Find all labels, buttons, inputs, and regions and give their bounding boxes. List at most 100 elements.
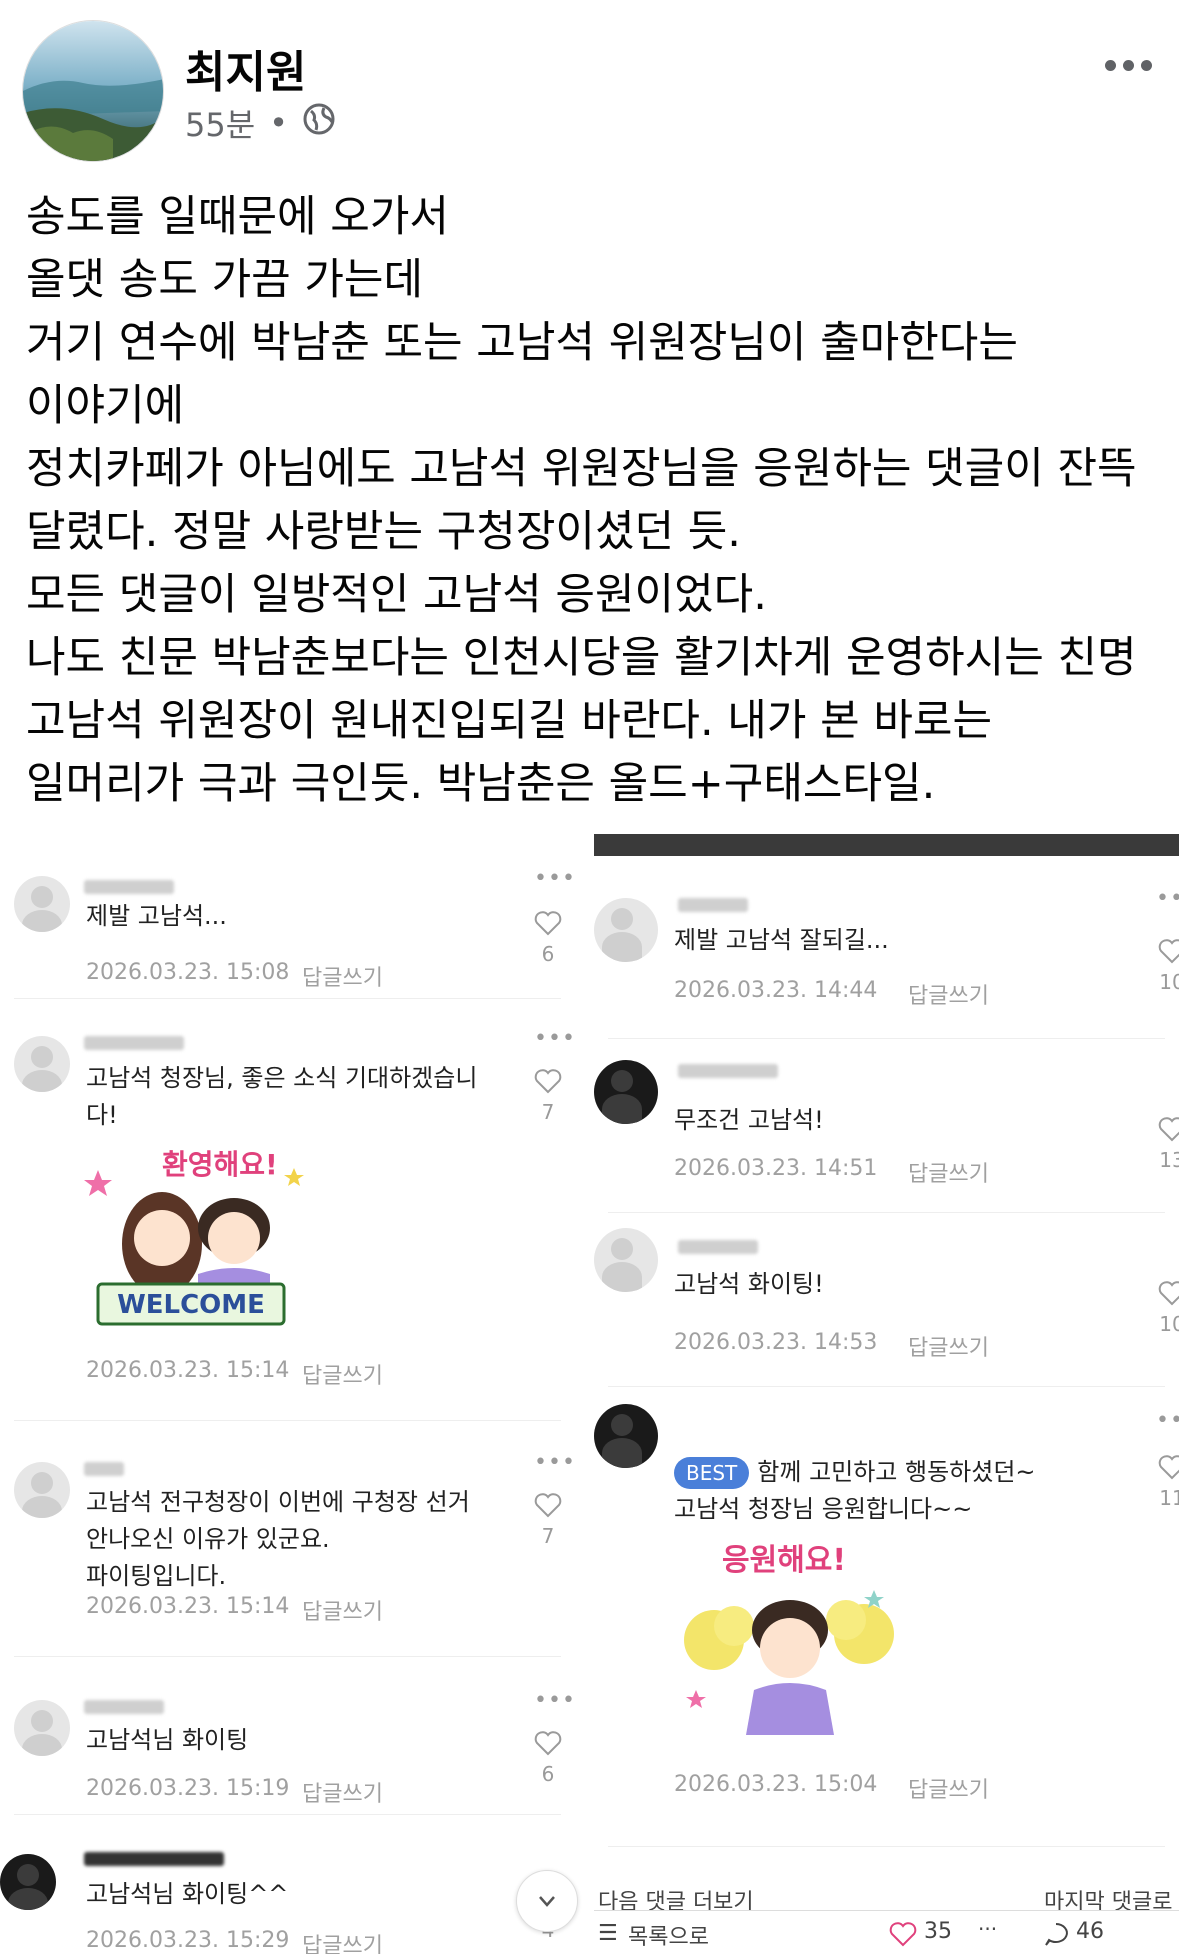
commenter-avatar[interactable] xyxy=(14,1462,70,1518)
divider xyxy=(14,1420,561,1421)
reply-button[interactable]: 답글쓰기 xyxy=(302,960,383,992)
comment-text: 제발 고남석 잘되길... xyxy=(674,922,889,959)
comment-date: 2026.03.23. 15:14 xyxy=(86,1358,290,1383)
reply-button[interactable]: 답글쓰기 xyxy=(908,978,989,1010)
comment-item: 고남석 화이팅! 2026.03.23. 14:53 답글쓰기 10 xyxy=(594,1216,1179,1376)
heart-icon[interactable] xyxy=(534,910,562,936)
comment-icon[interactable] xyxy=(1042,1921,1070,1947)
comment-item: 고남석님 화이팅^^ 2026.03.23. 15:29 답글쓰기 4 xyxy=(0,1818,575,1954)
comment-text: 무조건 고남석! xyxy=(674,1102,824,1139)
like-count: 10 xyxy=(1159,970,1179,994)
reply-button[interactable]: 답글쓰기 xyxy=(302,1928,383,1954)
comment-date: 2026.03.23. 14:51 xyxy=(674,1156,878,1181)
commenter-avatar[interactable] xyxy=(594,1060,658,1124)
post-line: 모든 댓글이 일방적인 고남석 응원이었다. xyxy=(26,570,767,620)
comment-item: 제발 고남석 잘되길... 2026.03.23. 14:44 답글쓰기 •••… xyxy=(594,860,1179,1010)
commenter-avatar[interactable] xyxy=(14,876,70,932)
commenter-avatar[interactable] xyxy=(14,1036,70,1092)
comment-item: 고남석님 화이팅 2026.03.23. 15:19 답글쓰기 ••• 6 xyxy=(0,1660,575,1810)
like-count: 7 xyxy=(541,1100,555,1124)
comment-text: 고남석 전구청장이 이번에 구청장 선거 안나오신 이유가 있군요. 파이팅입니… xyxy=(86,1484,470,1595)
globe-icon xyxy=(302,102,336,144)
reply-button[interactable]: 답글쓰기 xyxy=(908,1330,989,1362)
comment-item: BEST 함께 고민하고 행동하셨던~ 고남석 청장님 응원합니다~~ 응원해요!… xyxy=(594,1390,1179,1810)
comment-screenshot-right: 제발 고남석 잘되길... 2026.03.23. 14:44 답글쓰기 •••… xyxy=(594,834,1179,1954)
divider xyxy=(14,998,561,999)
reply-button[interactable]: 답글쓰기 xyxy=(908,1772,989,1804)
comment-line: 제발 고남석 잘되길... xyxy=(674,926,889,954)
post-line: 고남석 위원장이 원내진입되길 바란다. 내가 본 바로는 xyxy=(26,696,992,746)
comment-line: 고남석 화이팅! xyxy=(674,1270,824,1298)
comment-date: 2026.03.23. 14:53 xyxy=(674,1330,878,1355)
bottom-bar: ☰ 목록으로 35 ··· 46 xyxy=(594,1910,1179,1954)
commenter-name-blurred xyxy=(84,880,174,894)
divider xyxy=(608,1846,1165,1847)
sticker-caption: 응원해요! xyxy=(722,1543,846,1578)
commenter-avatar[interactable] xyxy=(594,1228,658,1292)
comment-options-icon[interactable]: ••• xyxy=(534,866,575,891)
divider xyxy=(14,1814,561,1815)
post-line: 거기 연수에 박남춘 또는 고남석 위원장님이 출마한다는 xyxy=(26,318,1018,368)
comment-line: 다! xyxy=(86,1101,118,1129)
divider xyxy=(14,1656,561,1657)
heart-icon[interactable] xyxy=(1158,938,1179,964)
like-count: 6 xyxy=(541,1762,555,1786)
comment-text: 고남석님 화이팅 xyxy=(86,1722,248,1759)
list-button[interactable]: 목록으로 xyxy=(628,1919,709,1951)
comment-date: 2026.03.23. 14:44 xyxy=(674,978,878,1003)
best-badge: BEST xyxy=(674,1457,750,1489)
comment-item: 제발 고남석... 2026.03.23. 15:08 답글쓰기 ••• 6 xyxy=(0,836,575,996)
scroll-down-button[interactable] xyxy=(516,1870,578,1932)
commenter-avatar[interactable] xyxy=(594,1404,658,1468)
post-time[interactable]: 55분 xyxy=(185,100,255,146)
meta-separator: • xyxy=(269,104,289,142)
post-line: 송도를 일때문에 오가서 xyxy=(26,192,449,242)
heart-icon[interactable] xyxy=(1158,1116,1179,1142)
post-line: 정치카페가 아님에도 고남석 위원장님을 응원하는 댓글이 잔뜩 xyxy=(26,444,1137,494)
heart-icon[interactable] xyxy=(888,1921,918,1947)
author-name[interactable]: 최지원 xyxy=(185,36,306,100)
post-line: 나도 친문 박남춘보다는 인천시당을 활기차게 운영하시는 친명 xyxy=(26,633,1137,683)
commenter-avatar[interactable] xyxy=(14,1700,70,1756)
commenter-name-blurred xyxy=(678,1240,758,1254)
more-icon[interactable]: ··· xyxy=(978,1917,997,1941)
like-count: 13 xyxy=(1159,1148,1179,1172)
heart-icon[interactable] xyxy=(534,1492,562,1518)
reply-button[interactable]: 답글쓰기 xyxy=(302,1358,383,1390)
list-icon: ☰ xyxy=(598,1921,618,1946)
sticker-caption: 환영해요! xyxy=(162,1148,278,1181)
reply-button[interactable]: 답글쓰기 xyxy=(908,1156,989,1188)
comment-options-icon[interactable]: ••• xyxy=(534,1450,575,1475)
post-line: 이야기에 xyxy=(26,381,185,431)
heart-icon[interactable] xyxy=(1158,1280,1179,1306)
like-count: 35 xyxy=(924,1919,952,1944)
heart-icon[interactable] xyxy=(534,1730,562,1756)
comment-text: 제발 고남석... xyxy=(86,898,227,935)
comment-line: 고남석 청장님 응원합니다~~ xyxy=(674,1495,973,1523)
reply-button[interactable]: 답글쓰기 xyxy=(302,1594,383,1626)
dot-icon xyxy=(1104,59,1116,71)
commenter-avatar[interactable] xyxy=(0,1854,56,1910)
comment-options-icon[interactable]: ••• xyxy=(1156,1408,1179,1433)
post-options-button[interactable] xyxy=(1096,48,1160,82)
like-count: 10 xyxy=(1159,1312,1179,1336)
divider xyxy=(608,1212,1165,1213)
dot-icon xyxy=(1122,59,1134,71)
commenter-avatar[interactable] xyxy=(594,898,658,962)
comment-line: 고남석님 화이팅 xyxy=(86,1726,249,1754)
heart-icon[interactable] xyxy=(1158,1454,1179,1480)
comment-options-icon[interactable]: ••• xyxy=(1156,886,1179,911)
comment-line: BEST 함께 고민하고 행동하셨던~ xyxy=(674,1454,1036,1491)
comment-text: 고남석 청장님, 좋은 소식 기대하겠습니 다! xyxy=(86,1060,477,1134)
comment-line: 무조건 고남석! xyxy=(674,1106,824,1134)
comment-options-icon[interactable]: ••• xyxy=(534,1026,575,1051)
comment-item: 고남석 전구청장이 이번에 구청장 선거 안나오신 이유가 있군요. 파이팅입니… xyxy=(0,1424,575,1644)
reply-button[interactable]: 답글쓰기 xyxy=(302,1776,383,1808)
commenter-name-blurred xyxy=(678,1064,778,1078)
comment-options-icon[interactable]: ••• xyxy=(534,1688,575,1713)
comment-item: 고남석 청장님, 좋은 소식 기대하겠습니 다! 환영해요! WELCOME 2… xyxy=(0,1000,575,1410)
author-avatar[interactable] xyxy=(22,20,164,162)
heart-icon[interactable] xyxy=(534,1068,562,1094)
post-line: 일머리가 극과 극인듯. 박남춘은 올드+구태스타일. xyxy=(26,759,936,809)
comment-text: 고남석 화이팅! xyxy=(674,1266,824,1303)
